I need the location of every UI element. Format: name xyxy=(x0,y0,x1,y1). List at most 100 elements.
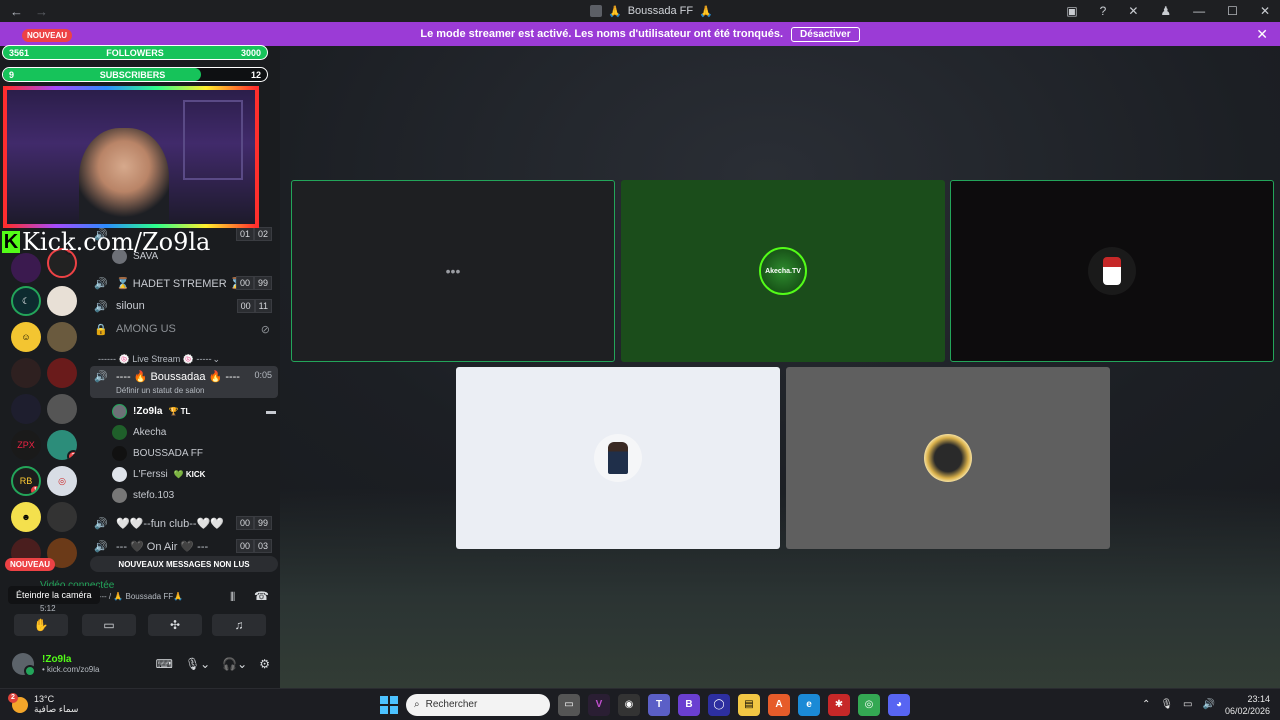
active-voice-channel[interactable]: 🔊 ---- 🔥 Boussadaa 🔥 ---- Définir un sta… xyxy=(90,366,278,398)
voice-user[interactable]: BOUSSADA FF xyxy=(112,444,272,462)
taskbar-search[interactable]: ⌕ Rechercher xyxy=(406,693,550,716)
disable-button[interactable]: Désactiver xyxy=(791,26,860,42)
lock-icon: 🔒 xyxy=(94,323,108,336)
app-icon[interactable]: V xyxy=(588,693,610,716)
voice-channel-link[interactable]: ---- / 🙏 Boussada FF🙏 xyxy=(96,592,183,601)
headphones-icon[interactable]: 🎧⌄ xyxy=(222,657,247,671)
video-tile[interactable]: ••• xyxy=(291,180,615,362)
guild-icon[interactable]: 3 xyxy=(47,430,77,460)
close-banner-icon[interactable]: ✕ xyxy=(1256,26,1268,43)
user-count: 00 99 xyxy=(235,516,272,530)
edge-icon[interactable]: e xyxy=(798,693,820,716)
discord-icon[interactable]: ◕ xyxy=(888,693,910,716)
weather-widget[interactable]: 2 13°C سماء صافية xyxy=(8,692,78,715)
guild-icon[interactable]: ◎ xyxy=(47,466,77,496)
new-badge-top[interactable]: NOUVEAU xyxy=(22,29,73,42)
avatar-label: Akecha.TV xyxy=(765,267,801,275)
guild-icon[interactable] xyxy=(47,394,77,424)
guild-icon[interactable]: ☻ xyxy=(11,502,41,532)
user-info[interactable]: !Zo9la • kick.com/zo9la xyxy=(42,654,99,674)
followers-goal-bar: 3561 FOLLOWERS 3000 xyxy=(2,45,268,60)
new-badge-bottom[interactable]: NOUVEAU xyxy=(5,558,56,571)
app-icon[interactable]: ◯ xyxy=(708,693,730,716)
disconnect-icon[interactable]: ☎ xyxy=(254,589,269,603)
guild-icon[interactable]: ☺ xyxy=(11,322,41,352)
clock[interactable]: 23:14 06/02/2026 xyxy=(1225,693,1270,717)
server-icon xyxy=(590,5,602,17)
voice-channel-locked[interactable]: 🔒 AMONG US ⊘ xyxy=(90,319,278,339)
user-avatar xyxy=(112,487,127,503)
video-tile[interactable] xyxy=(456,367,780,549)
screen-icon[interactable]: ▣ xyxy=(1066,4,1077,18)
camera-off-button[interactable]: ✋ xyxy=(14,614,68,636)
guild-icon[interactable] xyxy=(47,286,77,316)
app-icon[interactable]: B xyxy=(678,693,700,716)
guild-icon[interactable]: RB 1 xyxy=(11,466,41,496)
network-icon[interactable]: ▭ xyxy=(1183,699,1192,710)
microphone-icon[interactable]: 🎙⌄ xyxy=(185,657,210,671)
task-view-icon[interactable]: ▭ xyxy=(558,693,580,716)
guild-icon[interactable]: ZPX xyxy=(11,430,41,460)
file-explorer-icon[interactable]: ▤ xyxy=(738,693,760,716)
back-arrow-icon[interactable]: ← xyxy=(10,4,23,19)
app-icon[interactable]: A xyxy=(768,693,790,716)
voice-channel[interactable]: 🔊 --- 🖤 On Air 🖤 --- 00 03 xyxy=(90,536,278,556)
user-icon[interactable]: ♟ xyxy=(1160,4,1171,18)
chrome-icon[interactable]: ◎ xyxy=(858,693,880,716)
user-avatar[interactable] xyxy=(12,653,36,677)
weather-temp: 13°C xyxy=(34,694,55,704)
settings-gear-icon[interactable]: ⚙ xyxy=(259,657,270,671)
user-count: 00 03 xyxy=(235,539,272,553)
title-emoji-end: 🙏 xyxy=(699,5,713,18)
help-icon[interactable]: ? xyxy=(1100,4,1107,18)
minimize-icon[interactable]: — xyxy=(1193,4,1205,18)
volume-icon[interactable]: 🔊 xyxy=(1203,699,1215,710)
voice-user[interactable]: !Zo9la 🏆 TL ▬ xyxy=(112,402,276,420)
video-tile[interactable] xyxy=(786,367,1110,549)
voice-channel[interactable]: 🔊 ⌛ HADET STREMER ⌛ 00 99 xyxy=(90,273,278,293)
guild-icon[interactable] xyxy=(11,394,41,424)
video-tile[interactable]: Akecha.TV xyxy=(621,180,945,362)
screen-share-button[interactable]: ▭ xyxy=(82,614,136,636)
activities-button[interactable]: ✣ xyxy=(148,614,202,636)
soundboard-button[interactable]: ♫ xyxy=(212,614,266,636)
gamepad-icon[interactable]: ⌨ xyxy=(156,657,173,671)
guild-icon[interactable] xyxy=(47,358,77,388)
channel-status[interactable]: Définir un statut de salon xyxy=(116,386,254,395)
app-icon[interactable]: ◉ xyxy=(618,693,640,716)
app-icon[interactable]: ✱ xyxy=(828,693,850,716)
forward-arrow-icon[interactable]: → xyxy=(35,4,48,19)
username: !Zo9la xyxy=(42,654,72,665)
unread-messages-banner[interactable]: NOUVEAUX MESSAGES NON LUS xyxy=(90,556,278,572)
window-title-text: Boussada FF xyxy=(627,5,694,17)
windows-start-icon[interactable] xyxy=(380,695,398,714)
subscribers-label: SUBSCRIBERS xyxy=(99,69,166,80)
close-window-icon[interactable]: ✕ xyxy=(1260,4,1270,18)
teams-icon[interactable]: T xyxy=(648,693,670,716)
guild-icon[interactable] xyxy=(11,253,41,283)
chevron-up-icon[interactable]: ⌃ xyxy=(1142,699,1150,710)
guild-icon[interactable] xyxy=(47,502,77,532)
participant-avatar xyxy=(594,434,642,482)
voice-user[interactable]: stefo.103 xyxy=(112,486,272,504)
voice-channel[interactable]: 🔊 siloun 00 11 xyxy=(90,296,278,316)
voice-user-name: Akecha xyxy=(133,426,167,438)
participant-avatar: Akecha.TV xyxy=(759,247,807,295)
guild-icon[interactable]: ☾ xyxy=(11,286,41,316)
voice-user[interactable]: L'Ferssi 💚 KICK xyxy=(112,465,272,483)
maximize-icon[interactable]: ☐ xyxy=(1227,4,1238,18)
tools-icon[interactable]: ✕ xyxy=(1128,4,1138,18)
guild-icon[interactable] xyxy=(47,322,77,352)
guild-icon[interactable] xyxy=(11,358,41,388)
voice-user[interactable]: Akecha xyxy=(112,423,272,441)
channel-name: ⌛ HADET STREMER ⌛ xyxy=(116,277,236,290)
channel-timer: 0:05 xyxy=(254,370,272,380)
voice-channel[interactable]: 🔊 🤍🤍--fun club--🤍🤍 00 99 xyxy=(90,513,278,533)
noise-icon[interactable]: ⦀ xyxy=(230,590,235,605)
video-tile[interactable] xyxy=(950,180,1274,362)
user-count-limit: 11 xyxy=(254,299,272,313)
mic-tray-icon[interactable]: 🎙 xyxy=(1160,699,1173,710)
speaker-icon: 🔊 xyxy=(94,277,108,290)
screen-share-icon: ▭ xyxy=(103,618,115,632)
webcam-streamer xyxy=(79,128,169,224)
